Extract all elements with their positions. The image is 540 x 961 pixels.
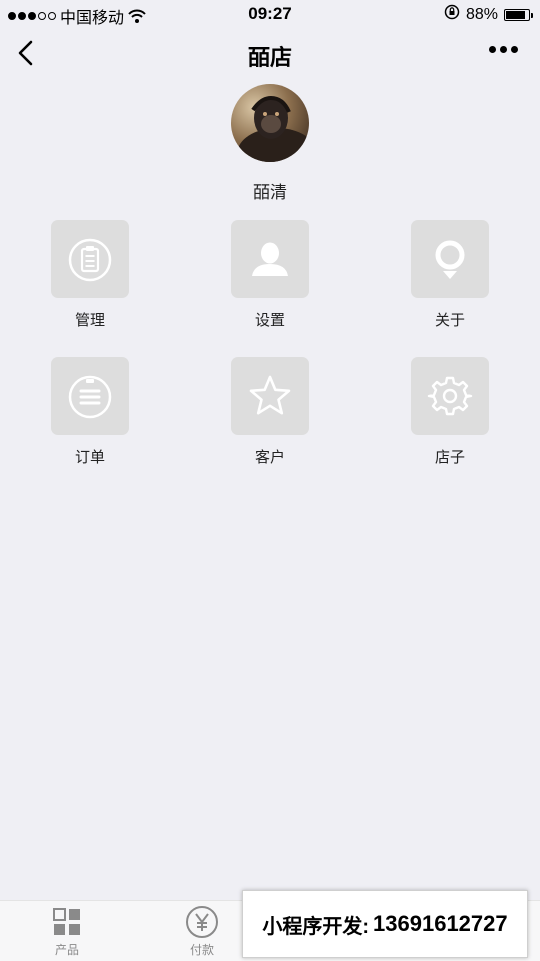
grid-tile	[231, 357, 309, 435]
nav-bar: 皕店	[0, 28, 540, 82]
grid-label: 店子	[434, 449, 465, 466]
list-icon	[68, 375, 112, 419]
star-icon	[249, 375, 291, 415]
grid-tile	[51, 357, 129, 435]
grid-item-about[interactable]: 关于	[390, 220, 510, 330]
gear-icon	[427, 376, 473, 416]
more-button[interactable]	[489, 46, 518, 53]
grid-label: 客户	[254, 449, 285, 466]
grid-label: 管理	[74, 312, 105, 329]
grid-item-manage[interactable]: 管理	[30, 220, 150, 330]
grid-item-shop[interactable]: 店子	[390, 357, 510, 467]
grid-item-orders[interactable]: 订单	[30, 357, 150, 467]
tab-payment[interactable]: 付款	[157, 905, 247, 961]
grid-label: 订单	[74, 449, 105, 466]
avatar-image	[231, 84, 309, 162]
grid-tile	[51, 220, 129, 298]
tab-products[interactable]: 产品	[22, 905, 112, 961]
grid-tile	[411, 357, 489, 435]
status-bar: 中国移动 09:27 88%	[0, 0, 540, 28]
orientation-lock-icon	[444, 4, 460, 25]
clipboard-icon	[68, 238, 112, 282]
battery-icon	[504, 8, 533, 21]
grid-label: 关于	[434, 312, 465, 329]
promo-phone: 13691612727	[373, 911, 508, 936]
grid-item-settings[interactable]: 设置	[210, 220, 330, 330]
more-dot	[511, 46, 518, 53]
user-icon	[252, 242, 288, 276]
promo-banner: 小程序开发: 13691612727	[242, 890, 528, 958]
username: 皕清	[253, 183, 287, 202]
status-right: 88%	[444, 4, 533, 25]
avatar[interactable]	[231, 84, 309, 162]
battery-fill	[506, 10, 526, 19]
promo-label: 小程序开发:	[262, 915, 370, 938]
location-pin-icon	[435, 240, 465, 279]
grid-icon	[50, 905, 84, 939]
grid-label: 设置	[254, 312, 285, 329]
tab-label: 产品	[54, 943, 79, 957]
battery-percent: 88%	[465, 5, 498, 23]
page-title: 皕店	[247, 45, 292, 70]
tab-label: 付款	[189, 943, 214, 957]
grid-tile	[411, 220, 489, 298]
grid-item-customers[interactable]: 客户	[210, 357, 330, 467]
more-dot	[500, 46, 507, 53]
grid-tile	[231, 220, 309, 298]
more-dot	[489, 46, 496, 53]
yen-icon	[185, 905, 219, 939]
